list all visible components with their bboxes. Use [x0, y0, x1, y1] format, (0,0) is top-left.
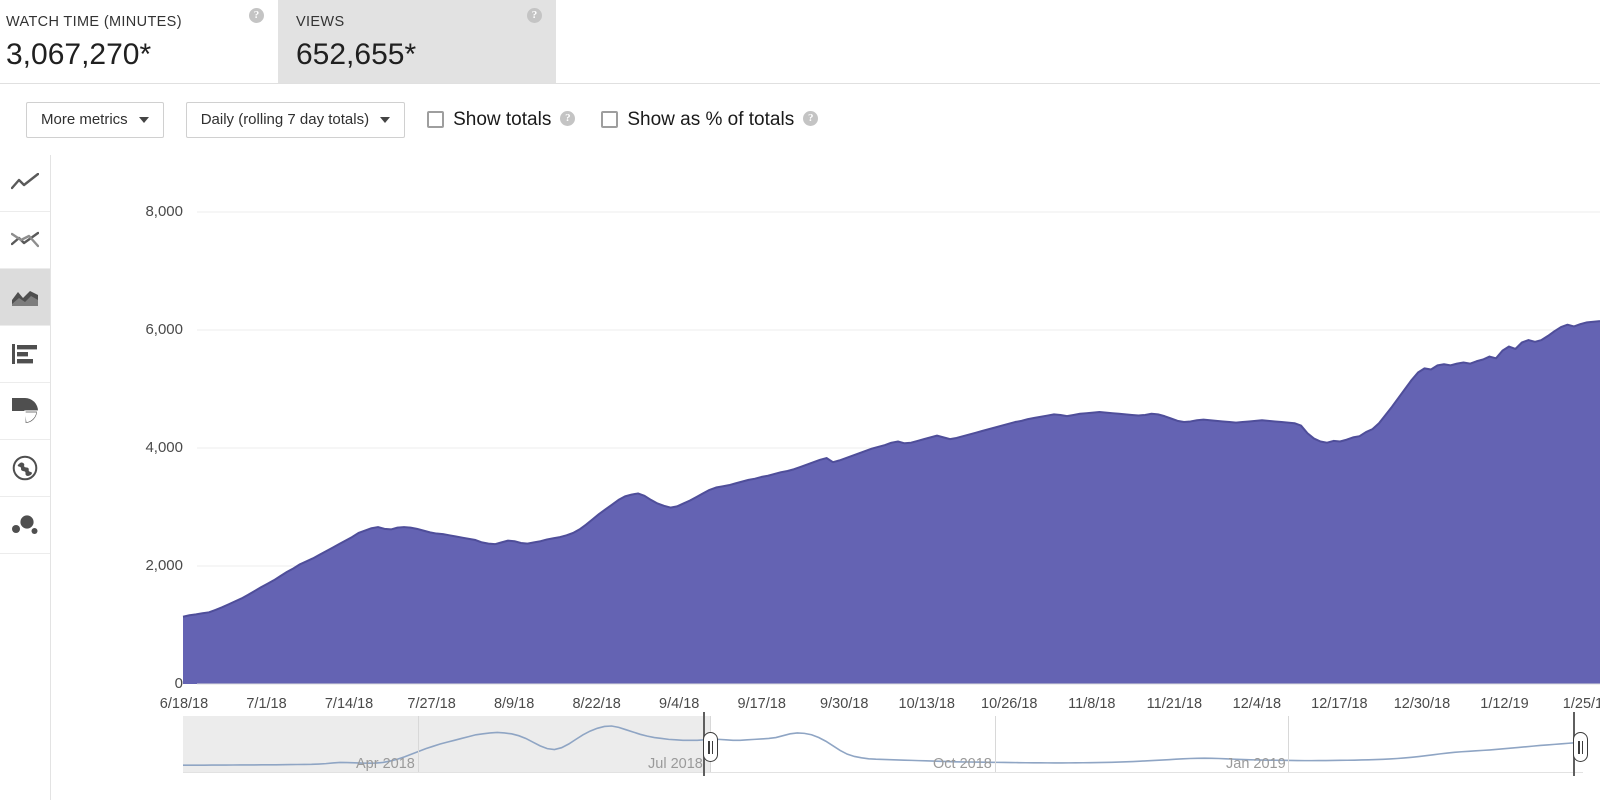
more-metrics-button[interactable]: More metrics [26, 101, 164, 138]
show-totals-label: Show totals [453, 108, 552, 130]
x-axis-tick-label: 10/13/18 [898, 696, 955, 712]
metric-tab-watch-time[interactable]: WATCH TIME (MINUTES) 3,067,270* ? [0, 0, 278, 83]
x-axis-tick-label: 10/26/18 [981, 696, 1038, 712]
x-axis-tick-label: 9/17/18 [737, 696, 786, 712]
help-icon[interactable]: ? [560, 111, 576, 126]
x-axis-tick-label: 1/25/19 [1562, 696, 1600, 712]
help-icon[interactable]: ? [803, 111, 819, 126]
chart-type-pie[interactable] [0, 383, 50, 440]
x-axis-tick-label: 9/4/18 [659, 696, 700, 712]
scrubber-month-label: Jul 2018 [648, 756, 703, 772]
x-axis-tick-label: 12/4/18 [1232, 696, 1282, 712]
chevron-down-icon [138, 116, 149, 123]
x-axis-tick-label: 8/22/18 [572, 696, 621, 712]
x-axis-tick-label: 12/17/18 [1311, 696, 1368, 712]
chart-type-area[interactable] [0, 269, 50, 326]
chart-type-geography[interactable] [0, 440, 50, 497]
metric-tabs: WATCH TIME (MINUTES) 3,067,270* ? VIEWS … [0, 0, 1600, 84]
chart-type-bubble[interactable] [0, 497, 50, 554]
show-percent-of-totals-checkbox-group[interactable]: Show as % of totals ? [601, 108, 819, 131]
x-axis-tick-label: 11/21/18 [1146, 696, 1203, 712]
area-chart-icon [11, 287, 39, 307]
metric-tab-value: 3,067,270* [6, 38, 152, 71]
chevron-down-icon [380, 116, 391, 123]
help-icon[interactable]: ? [249, 8, 264, 23]
handle-grip[interactable] [1573, 732, 1588, 762]
line-chart-icon [11, 173, 39, 193]
area-fill [183, 321, 1600, 684]
multi-line-chart-icon [11, 230, 39, 250]
scrubber-month-divider [995, 716, 996, 772]
show-totals-checkbox[interactable] [427, 111, 445, 128]
youtube-analytics-chart-page: WATCH TIME (MINUTES) 3,067,270* ? VIEWS … [0, 0, 1600, 800]
metric-tab-label: VIEWS [296, 14, 345, 30]
scrubber-month-label: Oct 2018 [933, 756, 992, 772]
x-axis-tick-label: 7/14/18 [324, 696, 374, 712]
granularity-label: Daily (rolling 7 day totals) [200, 111, 370, 128]
area-chart-plot[interactable] [51, 155, 1600, 710]
scrubber-baseline [183, 772, 1583, 773]
handle-grip[interactable] [703, 732, 718, 762]
date-range-scrubber[interactable]: Apr 2018 Jul 2018 Oct 2018 Jan 2019 [183, 712, 1588, 778]
metric-tab-views[interactable]: VIEWS 652,655* ? [278, 0, 556, 83]
chart-type-bar[interactable] [0, 326, 50, 383]
bubble-chart-icon [11, 514, 39, 536]
scrubber-month-label: Apr 2018 [356, 756, 415, 772]
x-axis-tick-label: 11/8/18 [1068, 696, 1116, 712]
scrubber-month-divider [418, 716, 419, 772]
chart-type-rail [0, 155, 51, 800]
help-icon[interactable]: ? [527, 8, 542, 23]
x-axis-tick-label: 12/30/18 [1393, 696, 1451, 712]
granularity-select[interactable]: Daily (rolling 7 day totals) [185, 101, 406, 138]
chart-type-multi-line[interactable] [0, 212, 50, 269]
more-metrics-label: More metrics [41, 111, 128, 128]
metric-tab-value: 652,655* [296, 38, 417, 71]
x-axis-tick-label: 6/18/18 [159, 696, 209, 712]
show-percent-of-totals-label: Show as % of totals [627, 108, 795, 130]
bar-chart-icon [12, 343, 38, 365]
x-axis-tick-label: 1/12/19 [1480, 696, 1529, 712]
show-totals-checkbox-group[interactable]: Show totals ? [427, 108, 576, 131]
scrubber-month-divider [1288, 716, 1289, 772]
x-axis-tick-label: 7/27/18 [407, 696, 456, 712]
show-percent-of-totals-checkbox[interactable] [601, 111, 619, 128]
scrubber-track[interactable]: Apr 2018 Jul 2018 Oct 2018 Jan 2019 [183, 716, 1583, 778]
pie-chart-icon [12, 398, 38, 424]
x-axis-tick-label: 8/9/18 [493, 696, 535, 712]
chart-control-bar: More metrics Daily (rolling 7 day totals… [0, 84, 1600, 155]
metric-tab-label: WATCH TIME (MINUTES) [6, 14, 182, 30]
globe-icon [12, 455, 38, 481]
x-axis-tick-label: 7/1/18 [246, 696, 287, 712]
scrubber-month-label: Jan 2019 [1226, 756, 1286, 772]
chart-area: 0 2,000 4,000 6,000 8,000 6/18/18 7/1/18 7/14/… [51, 155, 1600, 712]
chart-type-line[interactable] [0, 155, 50, 212]
x-axis-tick-label: 9/30/18 [820, 696, 869, 712]
